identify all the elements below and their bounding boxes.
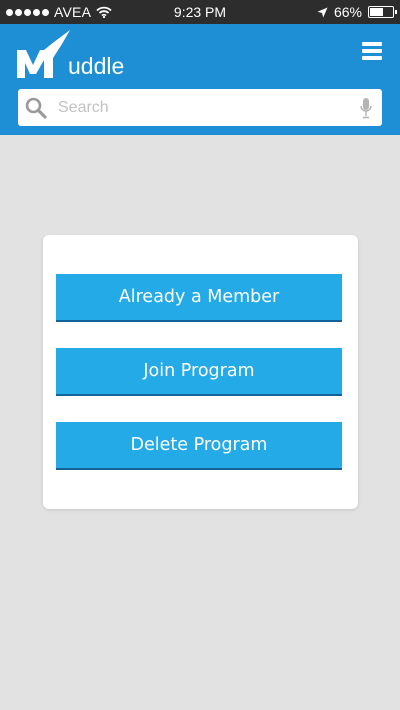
muddle-logo[interactable]: uddle: [16, 30, 124, 80]
logo-text: uddle: [68, 53, 125, 79]
search-input[interactable]: [58, 89, 348, 126]
search-icon[interactable]: [25, 97, 47, 119]
delete-program-button[interactable]: Delete Program: [56, 422, 342, 470]
battery-percent: 66%: [333, 4, 362, 20]
battery-icon: [368, 6, 397, 18]
hamburger-menu-icon[interactable]: [362, 42, 382, 60]
search-bar: [18, 89, 382, 126]
already-a-member-button[interactable]: Already a Member: [56, 274, 342, 322]
app-header: uddle: [0, 24, 400, 135]
logo-mark-icon: [17, 30, 70, 78]
options-card: Already a Member Join Program Delete Pro…: [43, 235, 358, 509]
status-right: 66%: [317, 4, 397, 20]
location-arrow-icon: [317, 7, 328, 17]
status-bar: AVEA 9:23 PM 66%: [0, 0, 400, 24]
microphone-icon[interactable]: [360, 98, 372, 119]
join-program-button[interactable]: Join Program: [56, 348, 342, 396]
